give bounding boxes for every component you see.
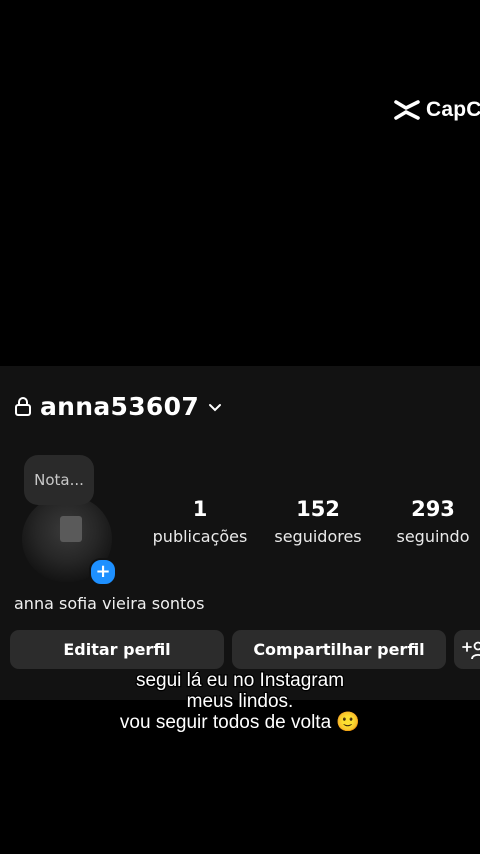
username: anna53607 [40, 392, 200, 421]
plus-icon: + [95, 561, 111, 582]
stat-followers[interactable]: 152 seguidores [268, 497, 368, 546]
add-story-button[interactable]: + [89, 558, 117, 586]
add-user-icon [462, 641, 480, 659]
caption-line-2: meus lindos. [185, 690, 294, 714]
username-switcher[interactable]: anna53607 [14, 392, 223, 421]
followers-count: 152 [296, 497, 340, 521]
posts-count: 1 [192, 497, 208, 521]
edit-profile-button[interactable]: Editar perfil [10, 630, 224, 669]
capcut-watermark: CapC [394, 98, 480, 122]
stat-following[interactable]: 293 seguindo [388, 497, 478, 546]
following-label: seguindo [396, 527, 470, 546]
video-caption: segui lá eu no Instagram meus lindos. vo… [0, 669, 480, 735]
followers-label: seguidores [274, 527, 362, 546]
capcut-logo-icon [394, 100, 420, 120]
full-name: anna sofia vieira sontos [14, 594, 205, 613]
stat-posts[interactable]: 1 publicações [146, 497, 254, 546]
posts-label: publicações [152, 527, 248, 546]
caption-line-1: segui lá eu no Instagram [135, 669, 346, 693]
watermark-text: CapC [426, 98, 480, 121]
following-count: 293 [411, 497, 455, 521]
caption-line-3: vou seguir todos de volta 🙂 [119, 711, 362, 735]
note-bubble[interactable]: Nota... [24, 455, 94, 505]
share-profile-button[interactable]: Compartilhar perfil [232, 630, 446, 669]
chevron-down-icon [209, 403, 222, 411]
lock-icon [15, 397, 31, 416]
discover-people-button[interactable] [454, 630, 480, 669]
